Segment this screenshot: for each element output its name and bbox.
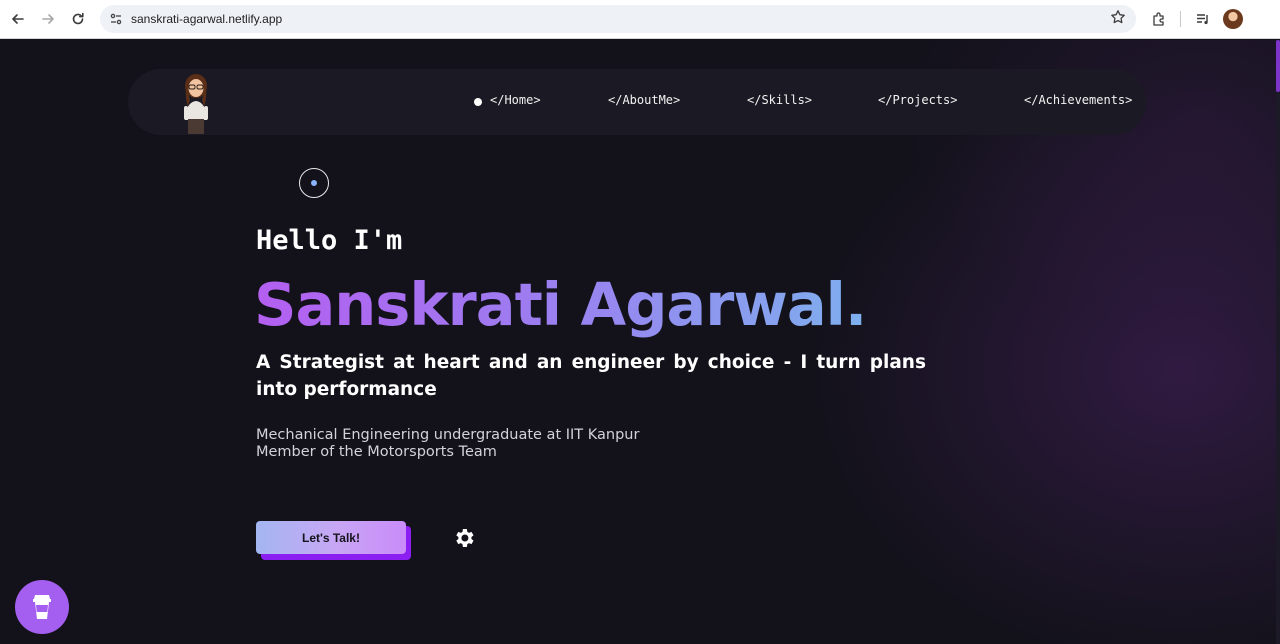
media-control-icon[interactable]: [1192, 8, 1214, 30]
url-text[interactable]: sanskrati-agarwal.netlify.app: [131, 12, 282, 26]
nav-achievements[interactable]: </Achievements>: [1024, 93, 1132, 107]
hero-greeting: Hello I'm: [256, 225, 403, 256]
hero-description-line: Mechanical Engineering undergraduate at …: [256, 427, 640, 443]
coffee-cup-icon: [33, 595, 51, 619]
forward-arrow-icon[interactable]: [37, 8, 59, 30]
hero-description: Mechanical Engineering undergraduate at …: [256, 427, 639, 460]
extensions-icon[interactable]: [1148, 8, 1170, 30]
nav-home[interactable]: </Home>: [490, 93, 541, 107]
browser-toolbar: sanskrati-agarwal.netlify.app: [0, 0, 1280, 39]
nav-skills[interactable]: </Skills>: [747, 93, 812, 107]
star-icon[interactable]: [1110, 9, 1126, 29]
hero-tagline: A Strategist at heart and an engineer by…: [256, 352, 926, 400]
buy-me-a-coffee-button[interactable]: [15, 580, 69, 634]
nav-projects[interactable]: </Projects>: [878, 93, 957, 107]
toolbar-divider: [1180, 11, 1181, 27]
reload-icon[interactable]: [67, 8, 89, 30]
address-bar[interactable]: sanskrati-agarwal.netlify.app: [100, 5, 1136, 33]
back-arrow-icon[interactable]: [7, 8, 29, 30]
lets-talk-button[interactable]: Let's Talk!: [256, 521, 406, 554]
top-navbar: </Home> </AboutMe> </Skills> </Projects>…: [128, 69, 1146, 135]
profile-avatar[interactable]: [1223, 9, 1243, 29]
custom-cursor-icon: [299, 168, 329, 198]
hero-name: Sanskrati Agarwal.: [254, 270, 867, 339]
scrollbar-thumb[interactable]: [1276, 40, 1280, 92]
hero-description-line: Member of the Motorsports Team: [256, 443, 497, 460]
scrollbar[interactable]: [1276, 40, 1280, 644]
gear-icon[interactable]: [452, 526, 476, 550]
nav-about-me[interactable]: </AboutMe>: [608, 93, 680, 107]
nav-links: </Home> </AboutMe> </Skills> </Projects>…: [128, 69, 1146, 135]
site-info-icon[interactable]: [108, 11, 124, 27]
cursor-dot: [310, 179, 317, 186]
portfolio-page: </Home> </AboutMe> </Skills> </Projects>…: [0, 40, 1280, 644]
